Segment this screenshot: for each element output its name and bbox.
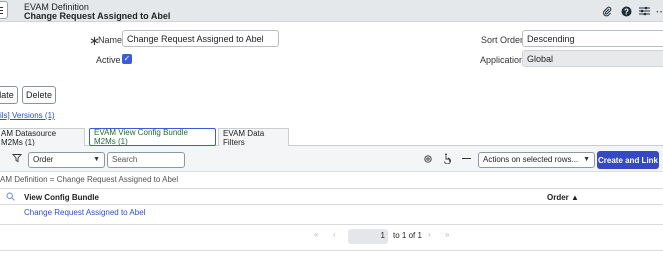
table-top-divider [0, 188, 663, 189]
chevron-down-icon: ▼ [93, 156, 100, 163]
update-button[interactable]: date [0, 86, 18, 104]
previous-page-icon[interactable]: ‹ [333, 230, 336, 244]
application-label: Application [480, 55, 525, 65]
name-label: Name [98, 35, 123, 45]
search-icon[interactable] [6, 192, 16, 202]
page-range-text: to 1 of 1 [393, 231, 422, 240]
filter-field-value: Order [33, 155, 54, 164]
delete-button[interactable]: Delete [22, 86, 56, 104]
page-number-input[interactable]: 1 [348, 229, 388, 244]
hamburger-menu-icon[interactable] [0, 1, 8, 19]
paperclip-icon[interactable] [600, 4, 614, 18]
tab-view-config-bundle-m2ms[interactable]: EVAM View Config Bundle M2Ms (1) [89, 128, 216, 146]
sort-order-field[interactable]: Descending [522, 30, 663, 47]
column-header-order[interactable]: Order ▲ [547, 193, 579, 202]
accessibility-icon[interactable] [442, 153, 452, 165]
application-field: Global [522, 50, 663, 67]
create-and-link-button[interactable]: Create and Link [597, 151, 659, 169]
sort-order-label: Sort Order [481, 35, 524, 45]
active-checkbox[interactable]: ✓ [122, 54, 132, 64]
collapse-icon[interactable] [462, 158, 471, 159]
actions-select-value: Actions on selected rows... [483, 155, 579, 164]
last-page-icon[interactable]: » [445, 230, 449, 244]
settings-sliders-icon[interactable] [637, 4, 651, 18]
help-icon[interactable]: ? [619, 4, 633, 18]
svg-text:?: ? [624, 7, 629, 16]
header-divider [0, 204, 663, 205]
more-options-icon[interactable]: ⋯ [654, 4, 663, 18]
column-header-view-config-bundle[interactable]: View Config Bundle [24, 193, 99, 202]
search-input[interactable]: Search [107, 152, 185, 168]
footer-divider [0, 250, 663, 251]
related-links[interactable]: ils] Versions (1) [0, 111, 55, 120]
filter-icon[interactable] [12, 153, 22, 163]
table-row-link[interactable]: Change Request Assigned to Abel [24, 208, 145, 217]
filter-field-select[interactable]: Order ▼ [28, 152, 105, 168]
list-breadcrumb[interactable]: AM Definition = Change Request Assigned … [0, 175, 178, 184]
record-title: Change Request Assigned to Abel [24, 11, 171, 21]
first-page-icon[interactable]: « [314, 230, 318, 244]
table-bottom-divider [0, 224, 663, 225]
chevron-down-icon: ▼ [583, 156, 590, 163]
next-page-icon[interactable]: › [428, 230, 431, 244]
active-label: Active [96, 55, 121, 65]
actions-select[interactable]: Actions on selected rows... ▼ [478, 152, 595, 168]
tab-datasource-m2ms[interactable]: AM Datasource M2Ms (1) [0, 128, 85, 147]
gear-icon[interactable] [423, 154, 433, 164]
name-field[interactable]: Change Request Assigned to Abel [122, 30, 279, 47]
tab-data-filters[interactable]: EVAM Data Filters [218, 128, 289, 147]
